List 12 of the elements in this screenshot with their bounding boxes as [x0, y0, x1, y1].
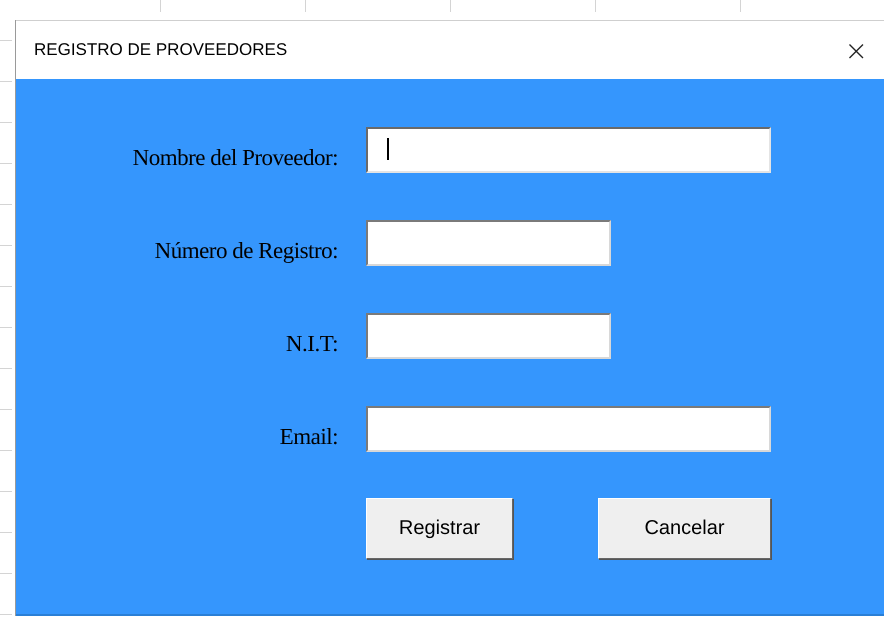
input-field[interactable]: [366, 313, 611, 359]
input-field[interactable]: [366, 127, 771, 173]
window-title: REGISTRO DE PROVEEDORES: [34, 40, 288, 60]
dialog-button[interactable]: Cancelar: [598, 498, 771, 559]
field-label: Nombre del Proveedor:: [132, 145, 338, 172]
close-button[interactable]: ×: [838, 34, 874, 66]
field-label: Email:: [278, 424, 338, 451]
dialog-button[interactable]: Registrar: [366, 498, 513, 559]
field-label: N.I.T:: [284, 331, 338, 358]
input-field[interactable]: [366, 406, 771, 452]
input-field[interactable]: [366, 220, 611, 266]
field-label: Número de Registro:: [154, 238, 338, 265]
